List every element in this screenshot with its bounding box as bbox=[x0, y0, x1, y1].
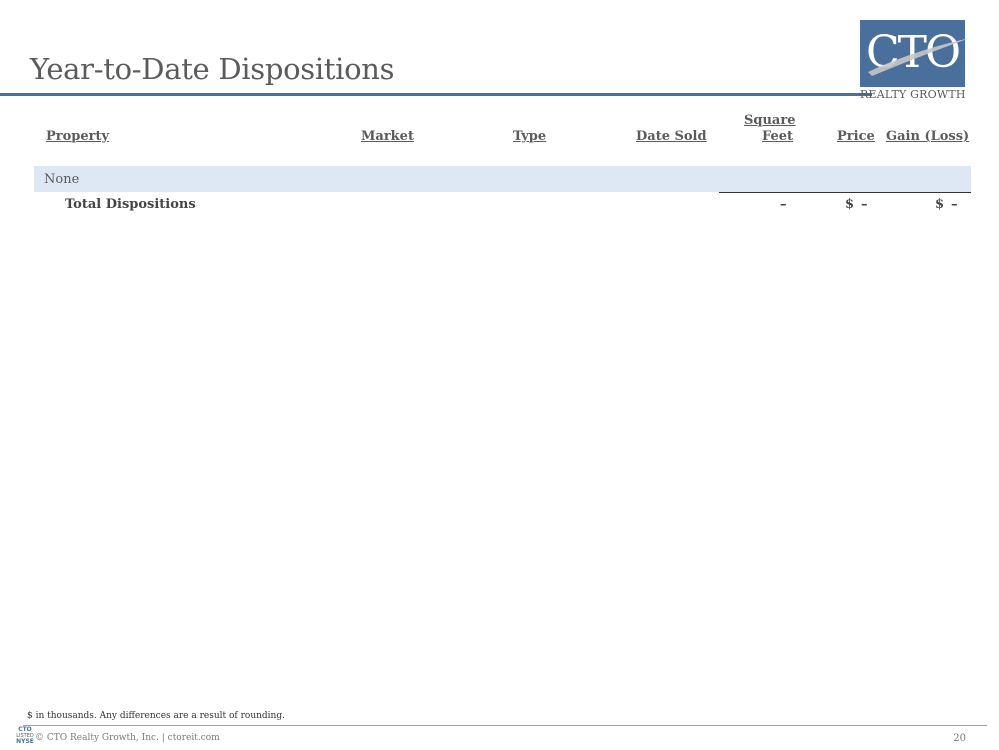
footer-logo-line3: NYSE bbox=[16, 738, 34, 745]
logo-swoosh-icon bbox=[868, 38, 970, 76]
column-header-market: Market bbox=[361, 129, 414, 144]
column-header-square-feet-line2: Feet bbox=[762, 129, 794, 144]
column-header-property: Property bbox=[46, 129, 110, 144]
total-price-currency: $ bbox=[845, 197, 855, 212]
column-header-type: Type bbox=[513, 129, 547, 144]
column-header-gain-loss: Gain (Loss) bbox=[886, 129, 970, 144]
column-header-date-sold: Date Sold bbox=[636, 129, 707, 144]
total-row-label: Total Dispositions bbox=[65, 197, 196, 212]
footer-copyright: © CTO Realty Growth, Inc. | ctoreit.com bbox=[35, 733, 220, 743]
total-gain-currency: $ bbox=[935, 197, 945, 212]
logo-tagline: REALTY GROWTH bbox=[860, 88, 966, 101]
total-price: – bbox=[861, 197, 868, 212]
title-divider bbox=[0, 93, 872, 96]
footer-listing-logo: CTO LISTED NYSE bbox=[16, 727, 34, 745]
total-divider bbox=[719, 192, 971, 193]
row-property-cell: None bbox=[44, 172, 80, 187]
page-number: 20 bbox=[953, 733, 966, 744]
column-header-square-feet-line1: Square bbox=[744, 113, 796, 128]
column-header-price: Price bbox=[837, 129, 875, 144]
total-gain: – bbox=[951, 197, 958, 212]
footer-divider bbox=[23, 725, 987, 726]
footnote: $ in thousands. Any differences are a re… bbox=[27, 711, 285, 721]
page-title: Year-to-Date Dispositions bbox=[30, 52, 395, 86]
table-row bbox=[34, 166, 971, 192]
total-square-feet: – bbox=[780, 197, 787, 212]
company-logo: CTO REALTY GROWTH bbox=[860, 20, 970, 102]
